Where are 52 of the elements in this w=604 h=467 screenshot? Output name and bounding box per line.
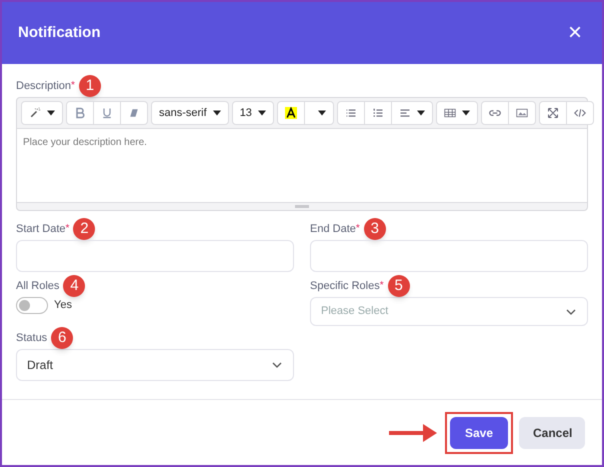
required-mark: * <box>380 279 384 293</box>
caret-icon <box>462 110 470 116</box>
caret-icon <box>416 110 425 116</box>
annotation-marker: 6 <box>51 327 74 349</box>
toolbar-dropdown[interactable]: sans-serif <box>151 101 229 125</box>
underline-icon <box>101 107 113 119</box>
code-icon <box>574 107 586 119</box>
numbered-list-icon <box>372 107 384 119</box>
toolbar-dropdown-toggle[interactable] <box>304 101 334 125</box>
description-field[interactable]: Place your description here. <box>17 128 587 203</box>
caret-icon <box>318 110 326 116</box>
save-button[interactable]: Save <box>450 416 508 448</box>
required-mark: * <box>66 222 70 236</box>
toolbar-button[interactable] <box>276 101 305 125</box>
annotation-marker: 2 <box>73 218 96 240</box>
field-label: All Roles <box>16 278 60 294</box>
annotation-arrow <box>387 422 439 444</box>
cancel-button[interactable]: Cancel <box>519 416 585 448</box>
required-mark: * <box>71 79 75 93</box>
field-label: Start Date <box>16 222 66 237</box>
annotation-marker: 3 <box>364 218 386 240</box>
caret-icon <box>47 110 55 116</box>
caret-icon <box>258 110 266 116</box>
annotation-marker: 1 <box>78 75 101 97</box>
toggle-switch[interactable] <box>16 297 48 314</box>
text-color-icon <box>284 107 297 119</box>
annotation-marker: 4 <box>63 275 86 297</box>
toggle-label: Yes <box>54 298 72 314</box>
annotation-marker: 5 <box>388 275 410 297</box>
magic-wand-icon <box>29 107 41 119</box>
status-select[interactable]: Draft <box>16 349 294 381</box>
bullet-list-icon <box>344 107 357 119</box>
table-icon <box>444 107 456 119</box>
field-label: End Date <box>310 222 356 237</box>
toolbar-button[interactable] <box>21 101 63 125</box>
field-label: Status <box>16 330 48 346</box>
field-label: Specific Roles <box>310 278 380 294</box>
bold-icon <box>74 107 86 119</box>
fullscreen-icon <box>546 107 559 119</box>
dialog-title: Notification <box>18 22 100 43</box>
required-mark: * <box>356 222 360 236</box>
link-icon <box>488 107 501 119</box>
close-button[interactable]: × <box>564 21 586 45</box>
start-date-field[interactable] <box>16 240 294 272</box>
eraser-icon <box>128 107 140 119</box>
caret-icon <box>212 110 221 116</box>
toolbar-dropdown[interactable]: 13 <box>232 101 274 125</box>
end-date-field[interactable] <box>310 240 588 272</box>
image-icon <box>516 107 528 119</box>
resize-handle[interactable] <box>295 205 309 208</box>
align-icon <box>398 107 411 119</box>
field-label: Description <box>16 78 72 94</box>
